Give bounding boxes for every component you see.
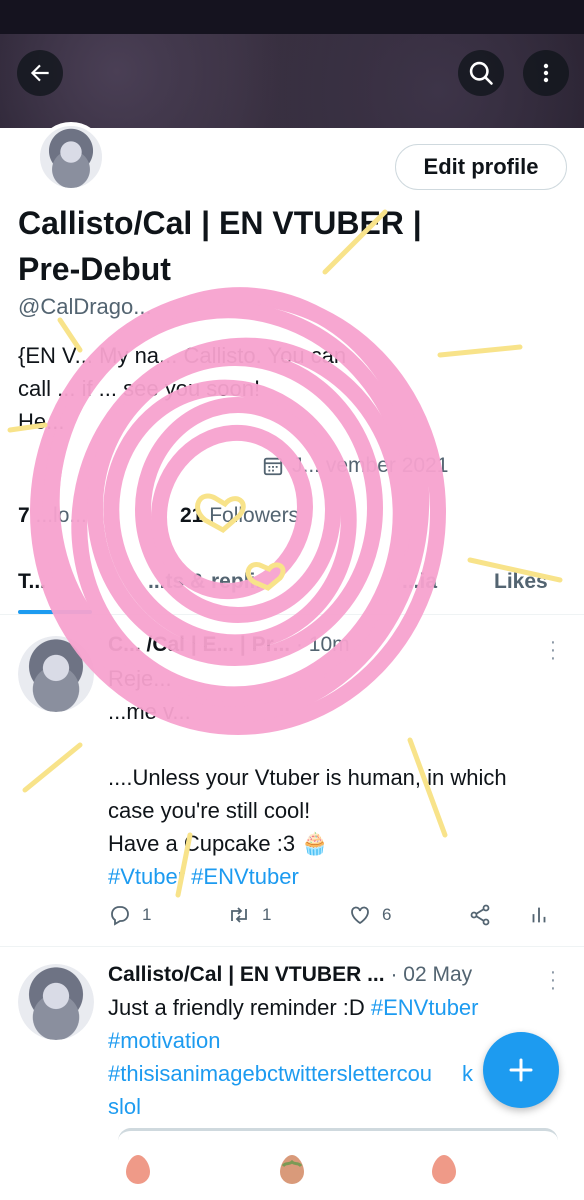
reply-icon <box>111 906 129 926</box>
tweet-hashtag[interactable]: #thisisanimagebctwitterslettercou <box>108 1061 432 1086</box>
tab-tweets-and-replies[interactable]: ...ts & repli... <box>148 570 273 594</box>
like-count: 6 <box>382 905 392 924</box>
nav-home-icon[interactable] <box>122 1152 154 1186</box>
followers-label: Followers <box>209 504 300 527</box>
tweet-line: ...me v... <box>108 699 191 724</box>
share-button[interactable] <box>468 903 492 927</box>
joined-text: J... vember 2021 <box>292 454 449 477</box>
retweet-count: 1 <box>262 905 272 924</box>
search-button[interactable] <box>458 50 504 96</box>
tweet-time: · 10m <box>295 633 350 656</box>
joined-date: J... vember 2021 <box>262 454 448 478</box>
bio-line: call ... if ... see you soon! <box>18 376 261 401</box>
tab-tweets[interactable]: T... <box>18 570 46 594</box>
profile-handle: @CalDrago... <box>18 294 152 319</box>
profile-avatar[interactable] <box>36 122 106 192</box>
tweet-author[interactable]: Callisto/Cal | EN VTUBER ... <box>108 963 385 986</box>
profile-name-line-1: Callisto/Cal | EN VTUBER | <box>18 205 422 241</box>
search-icon <box>469 61 493 85</box>
compose-tweet-button[interactable] <box>483 1032 559 1108</box>
tweet-hashtag-tail[interactable]: k <box>462 1061 473 1086</box>
calendar-icon <box>263 457 283 476</box>
analytics-icon <box>532 907 546 923</box>
retweet-icon <box>231 907 247 923</box>
reply-count: 1 <box>142 905 152 924</box>
profile-name: Callisto/Cal | EN VTUBER | Pre-Debut <box>18 200 558 292</box>
tweet-divider <box>0 946 584 947</box>
tweet-line: ....Unless your Vtuber is human, in whic… <box>108 765 507 790</box>
reply-button[interactable]: 1 <box>108 903 151 927</box>
tweet-author[interactable]: C... /Cal | E... | Pr... <box>108 633 290 656</box>
tweet-line: case you're still cool! <box>108 798 311 823</box>
tweet-avatar[interactable] <box>18 964 94 1040</box>
profile-tabs: T... ...ts & repli... ...ia Likes <box>0 562 584 614</box>
tweet-avatar[interactable] <box>18 636 94 712</box>
tweet-header: Callisto/Cal | EN VTUBER ... · 02 May <box>108 963 472 987</box>
bio-line: {EN V... My na... Callisto. You can <box>18 343 347 368</box>
tweet-line: Just a friendly reminder :D <box>108 995 371 1020</box>
edit-profile-button[interactable]: Edit profile <box>395 144 567 190</box>
tweet-hashtag[interactable]: #ENVtuber <box>371 995 479 1020</box>
profile-bio: {EN V... My na... Callisto. You can call… <box>18 339 573 438</box>
profile-name-line-2: Pre-Debut <box>18 251 171 287</box>
tweet-line: Have a Cupcake :3 🧁 <box>108 831 329 856</box>
following-link[interactable]: 7 ...lo... <box>18 504 87 528</box>
status-bar <box>0 0 584 34</box>
more-vertical-icon <box>543 63 549 83</box>
tab-media[interactable]: ...ia <box>402 570 437 594</box>
followers-count: 21 <box>180 504 204 527</box>
tweet-hashtags[interactable]: #Vtuber #ENVtuber <box>108 860 578 893</box>
nav-search-icon[interactable] <box>276 1152 308 1186</box>
tweet-time: · 02 May <box>390 963 473 986</box>
tweet-header: C... /Cal | E... | Pr... · 10m <box>108 633 350 657</box>
following-label: ...lo... <box>35 504 87 527</box>
share-icon <box>470 904 490 926</box>
tab-likes[interactable]: Likes <box>494 570 548 594</box>
followers-link[interactable]: 21 Followers <box>180 504 299 528</box>
tweet-more-icon[interactable]: · · · <box>548 962 558 998</box>
tweet-text-continued: ....Unless your Vtuber is human, in whic… <box>108 761 578 893</box>
following-count: 7 <box>18 504 30 527</box>
retweet-button[interactable]: 1 <box>226 903 271 927</box>
tweet-more-icon[interactable]: · · · <box>548 632 558 668</box>
plus-icon <box>509 1058 533 1082</box>
back-arrow-icon <box>30 64 49 82</box>
bio-line: He... <box>18 409 65 434</box>
tweet-line: Reje... <box>108 666 172 691</box>
heart-icon <box>351 906 369 925</box>
more-options-button[interactable] <box>523 50 569 96</box>
nav-notifications-icon[interactable] <box>428 1152 460 1186</box>
tweet-text: Reje... ...me v... <box>108 662 578 728</box>
back-button[interactable] <box>17 50 63 96</box>
analytics-button[interactable] <box>528 903 550 927</box>
bottom-nav <box>0 1140 584 1200</box>
tabs-divider <box>0 614 584 615</box>
like-button[interactable]: 6 <box>348 903 391 927</box>
tweet-actions: 1 1 6 <box>108 903 568 933</box>
